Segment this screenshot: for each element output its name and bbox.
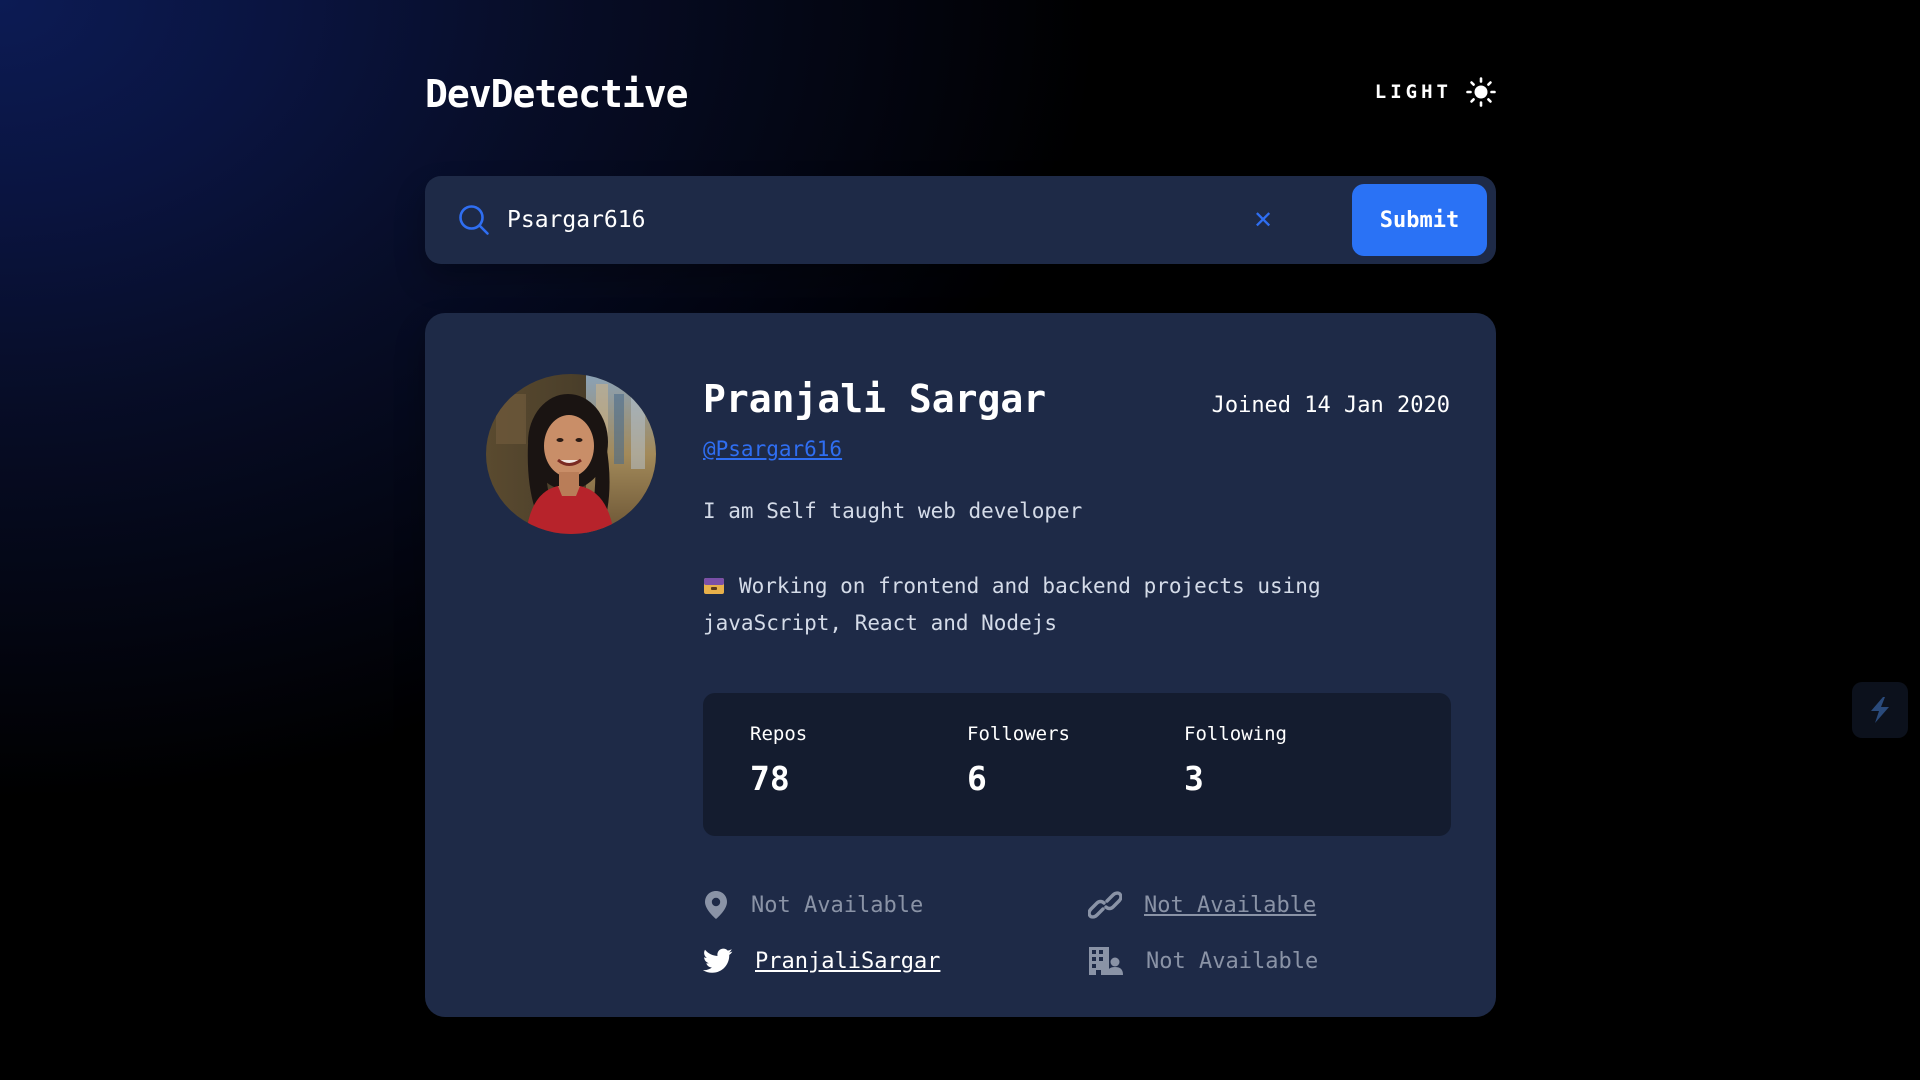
- bio-line: I am Self taught web developer: [703, 499, 1083, 523]
- location-pin-icon: [705, 891, 727, 919]
- website-item: Not Available: [1088, 889, 1316, 921]
- profile-name: Pranjali Sargar: [703, 377, 1047, 421]
- profile-username-link[interactable]: @Psargar616: [703, 437, 842, 461]
- stat-value: 6: [967, 759, 987, 798]
- app-title: DevDetective: [425, 72, 689, 116]
- profile-card: Pranjali Sargar Joined 14 Jan 2020 @Psar…: [425, 313, 1496, 1017]
- stats-panel: Repos 78 Followers 6 Following 3: [703, 693, 1451, 836]
- stat-label: Repos: [750, 723, 808, 745]
- lightning-icon: [1871, 697, 1889, 723]
- search-input[interactable]: [507, 198, 1207, 242]
- theme-toggle-button[interactable]: LIGHT: [1375, 74, 1496, 110]
- stat-followers: Followers 6: [967, 723, 1167, 798]
- sun-icon: [1466, 77, 1496, 107]
- stat-value: 3: [1184, 759, 1204, 798]
- website-link[interactable]: Not Available: [1144, 893, 1316, 918]
- stat-repos: Repos 78: [750, 723, 950, 798]
- stat-label: Followers: [967, 723, 1070, 745]
- profile-bio: I am Self taught web developer Working o…: [703, 493, 1423, 642]
- building-icon: [1089, 947, 1123, 975]
- twitter-link[interactable]: PranjaliSargar: [755, 949, 940, 974]
- company-text: Not Available: [1146, 948, 1319, 974]
- stat-value: 78: [750, 759, 790, 798]
- search-bar: ✕ Submit: [425, 176, 1496, 264]
- submit-button[interactable]: Submit: [1352, 184, 1487, 256]
- twitter-icon: [703, 948, 733, 973]
- avatar: [486, 374, 656, 534]
- joined-date: Joined 14 Jan 2020: [1211, 393, 1450, 418]
- stat-label: Following: [1184, 723, 1287, 745]
- company-item: Not Available: [1088, 945, 1318, 977]
- theme-toggle-label: LIGHT: [1374, 81, 1452, 103]
- location-item: Not Available: [703, 889, 923, 921]
- location-text: Not Available: [751, 892, 924, 918]
- header: DevDetective LIGHT: [425, 70, 1496, 120]
- stat-following: Following 3: [1184, 723, 1384, 798]
- link-icon: [1088, 891, 1122, 919]
- search-icon: [459, 205, 489, 235]
- close-icon[interactable]: ✕: [1251, 206, 1275, 234]
- card-file-box-icon: [704, 578, 724, 594]
- bio-line: Working on frontend and backend projects…: [703, 568, 1423, 642]
- profile-links: Not Available Not Available PranjaliSarg…: [703, 889, 1451, 989]
- floating-extension-button[interactable]: [1852, 682, 1908, 738]
- bio-line-text: Working on frontend and backend projects…: [703, 574, 1321, 635]
- twitter-item: PranjaliSargar: [703, 945, 940, 977]
